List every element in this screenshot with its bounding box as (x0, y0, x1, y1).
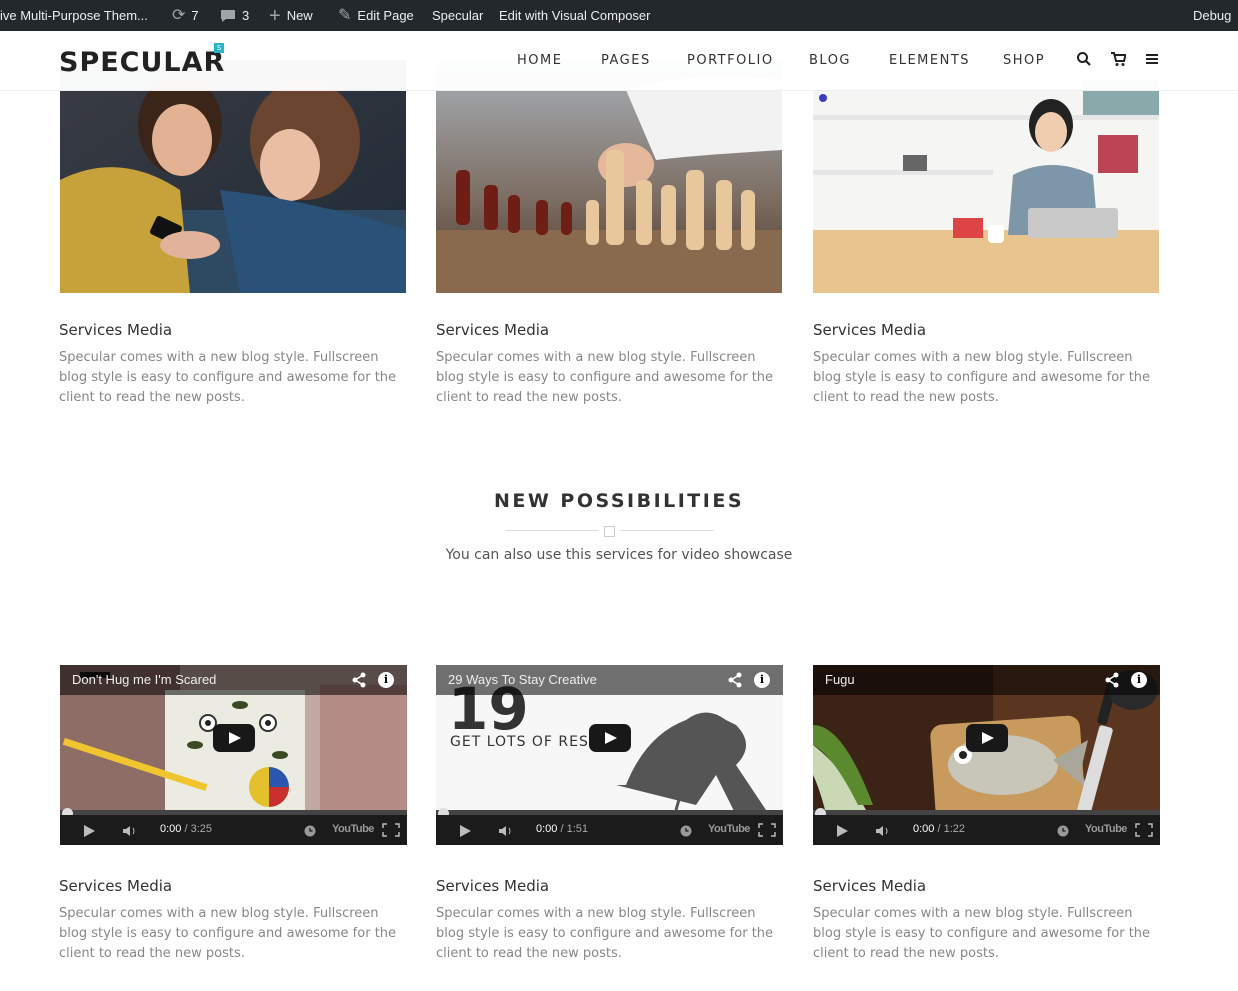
admin-visual-composer[interactable]: Edit with Visual Composer (499, 0, 651, 31)
card-image-friends[interactable] (60, 60, 406, 293)
divider-line-right (620, 530, 714, 531)
section-title: NEW POSSIBILITIES (493, 490, 745, 512)
video-player[interactable]: 19 GET LOTS OF RES 29 Ways To Stay Creat… (436, 665, 783, 845)
card-title[interactable]: Services Media (436, 321, 549, 339)
nav-pages[interactable]: PAGES (601, 53, 651, 68)
share-icon[interactable] (351, 672, 367, 688)
comment-icon (221, 9, 235, 22)
info-icon[interactable]: i (1131, 672, 1147, 688)
office-photo (813, 60, 1159, 293)
menu-icon[interactable] (1145, 51, 1161, 67)
fullscreen-icon[interactable] (1135, 823, 1153, 837)
volume-icon[interactable] (122, 824, 138, 838)
card-image-office[interactable] (813, 60, 1159, 293)
video-title[interactable]: 29 Ways To Stay Creative (448, 672, 597, 687)
admin-comments[interactable]: 3 (220, 0, 249, 31)
play-icon[interactable] (458, 824, 472, 838)
nav-elements[interactable]: ELEMENTS (889, 53, 970, 68)
thumb-caption: GET LOTS OF RES (450, 734, 589, 750)
youtube-logo[interactable]: YouTube (708, 823, 750, 835)
card-text: Specular comes with a new blog style. Fu… (436, 350, 774, 405)
video-time: 0:00 / 1:22 (913, 823, 965, 835)
divider-square-icon (604, 526, 615, 537)
admin-specular[interactable]: Specular (432, 0, 483, 31)
plus-icon: + (269, 4, 281, 27)
volume-icon[interactable] (498, 824, 514, 838)
admin-site-name[interactable]: ive Multi-Purpose Them... (0, 0, 148, 31)
fullscreen-icon[interactable] (382, 823, 400, 837)
fullscreen-icon[interactable] (758, 823, 776, 837)
card-text: Specular comes with a new blog style. Fu… (436, 906, 774, 961)
chess-photo (436, 60, 782, 293)
youtube-logo[interactable]: YouTube (1085, 823, 1127, 835)
card-text: Specular comes with a new blog style. Fu… (813, 906, 1151, 961)
youtube-logo[interactable]: YouTube (332, 823, 374, 835)
nav-shop[interactable]: SHOP (1003, 53, 1045, 68)
pencil-icon: ✎ (338, 6, 352, 24)
play-icon[interactable] (835, 824, 849, 838)
nav-portfolio[interactable]: PORTFOLIO (687, 53, 774, 68)
nav-blog[interactable]: BLOG (809, 53, 851, 68)
video-player[interactable]: Fugu i 0:00 / 1:22 YouTube (813, 665, 1160, 845)
admin-new[interactable]: + New (269, 0, 313, 31)
video-time: 0:00 / 1:51 (536, 823, 588, 835)
card-title[interactable]: Services Media (59, 321, 172, 339)
nav-home[interactable]: HOME (517, 53, 562, 68)
card-title[interactable]: Services Media (436, 877, 549, 895)
card-image-chess[interactable] (436, 60, 782, 293)
admin-debug[interactable]: Debug (1193, 0, 1231, 31)
video-player[interactable]: Don't Hug me I'm Scared i 0:00 / 3:25 Yo… (60, 665, 407, 845)
watch-later-icon[interactable] (680, 825, 692, 837)
video-time: 0:00 / 3:25 (160, 823, 212, 835)
play-button[interactable] (213, 724, 255, 752)
wp-admin-bar: ive Multi-Purpose Them... ⟳ 7 3 + New ✎ … (0, 0, 1238, 31)
card-title[interactable]: Services Media (813, 321, 926, 339)
share-icon[interactable] (1104, 672, 1120, 688)
card-text: Specular comes with a new blog style. Fu… (59, 906, 397, 961)
refresh-icon: ⟳ (172, 6, 186, 24)
card-title[interactable]: Services Media (59, 877, 172, 895)
card-text: Specular comes with a new blog style. Fu… (59, 350, 397, 405)
logo-badge: S (214, 43, 224, 53)
divider-line-left (505, 530, 599, 531)
video-title[interactable]: Don't Hug me I'm Scared (72, 672, 216, 687)
info-icon[interactable]: i (378, 672, 394, 688)
share-icon[interactable] (727, 672, 743, 688)
play-button[interactable] (589, 724, 631, 752)
volume-icon[interactable] (875, 824, 891, 838)
watch-later-icon[interactable] (1057, 825, 1069, 837)
friends-photo (60, 60, 406, 293)
video-title[interactable]: Fugu (825, 672, 855, 687)
card-title[interactable]: Services Media (813, 877, 926, 895)
play-icon[interactable] (82, 824, 96, 838)
admin-edit-page[interactable]: ✎ Edit Page (338, 0, 414, 31)
site-header: SPECULAR S HOME PAGES PORTFOLIO BLOG ELE… (0, 31, 1238, 91)
cart-icon[interactable] (1110, 51, 1126, 67)
section-subtitle: You can also use this services for video… (445, 547, 793, 563)
site-logo[interactable]: SPECULAR (59, 47, 225, 78)
watch-later-icon[interactable] (304, 825, 316, 837)
card-text: Specular comes with a new blog style. Fu… (813, 350, 1151, 405)
play-button[interactable] (966, 724, 1008, 752)
admin-updates[interactable]: ⟳ 7 (172, 0, 199, 31)
search-icon[interactable] (1076, 51, 1092, 67)
info-icon[interactable]: i (754, 672, 770, 688)
